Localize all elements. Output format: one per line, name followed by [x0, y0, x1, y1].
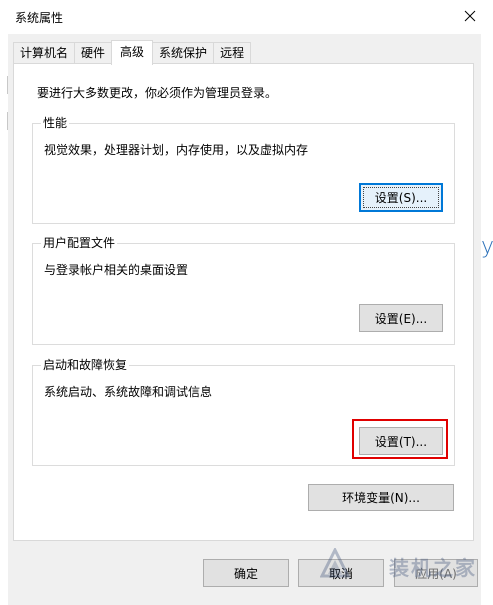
- background-fragment: [0, 112, 8, 130]
- title-bar[interactable]: 系统属性: [0, 0, 493, 34]
- user-profiles-description: 与登录帐户相关的桌面设置: [44, 263, 189, 277]
- performance-group: 性能 视觉效果，处理器计划，内存使用，以及虚拟内存 设置(S)...: [32, 116, 455, 224]
- performance-group-title: 性能: [41, 116, 70, 130]
- background-window-right: ys: [481, 34, 493, 605]
- user-profiles-settings-button[interactable]: 设置(E)...: [359, 304, 443, 332]
- user-profiles-group: 用户配置文件 与登录帐户相关的桌面设置 设置(E)...: [32, 236, 455, 345]
- background-fragment: [0, 76, 8, 94]
- environment-variables-button[interactable]: 环境变量(N)...: [308, 484, 454, 511]
- performance-settings-button[interactable]: 设置(S)...: [359, 183, 443, 212]
- tab-remote[interactable]: 远程: [213, 42, 252, 64]
- tab-hardware[interactable]: 硬件: [74, 42, 113, 64]
- background-text-fragment: ys: [481, 234, 493, 259]
- tab-system-protection[interactable]: 系统保护: [152, 42, 215, 64]
- background-window-left: [0, 34, 8, 605]
- admin-notice: 要进行大多数更改，你必须作为管理员登录。: [37, 86, 278, 100]
- startup-recovery-group-title: 启动和故障恢复: [41, 358, 130, 372]
- advanced-tab-panel: 要进行大多数更改，你必须作为管理员登录。 性能 视觉效果，处理器计划，内存使用，…: [13, 63, 474, 541]
- tab-advanced[interactable]: 高级: [111, 40, 154, 65]
- user-profiles-group-title: 用户配置文件: [41, 236, 118, 250]
- close-button[interactable]: [447, 0, 493, 32]
- performance-description: 视觉效果，处理器计划，内存使用，以及虚拟内存: [44, 143, 309, 157]
- cancel-button[interactable]: 取消: [298, 559, 384, 587]
- apply-button[interactable]: 应用(A): [394, 559, 478, 587]
- tab-computer-name[interactable]: 计算机名: [13, 42, 76, 64]
- window-title: 系统属性: [15, 11, 64, 25]
- dialog-footer: 确定 取消 应用(A): [8, 548, 483, 605]
- startup-recovery-description: 系统启动、系统故障和调试信息: [44, 385, 213, 399]
- highlight-box: [352, 419, 448, 459]
- system-properties-window: 系统属性 ys 计算机名 硬件 高级 系统保护 远程 要进行大多数更改，你必须作…: [0, 0, 493, 605]
- ok-button[interactable]: 确定: [203, 559, 289, 587]
- tab-strip: 计算机名 硬件 高级 系统保护 远程: [13, 40, 252, 65]
- close-icon: [464, 10, 476, 22]
